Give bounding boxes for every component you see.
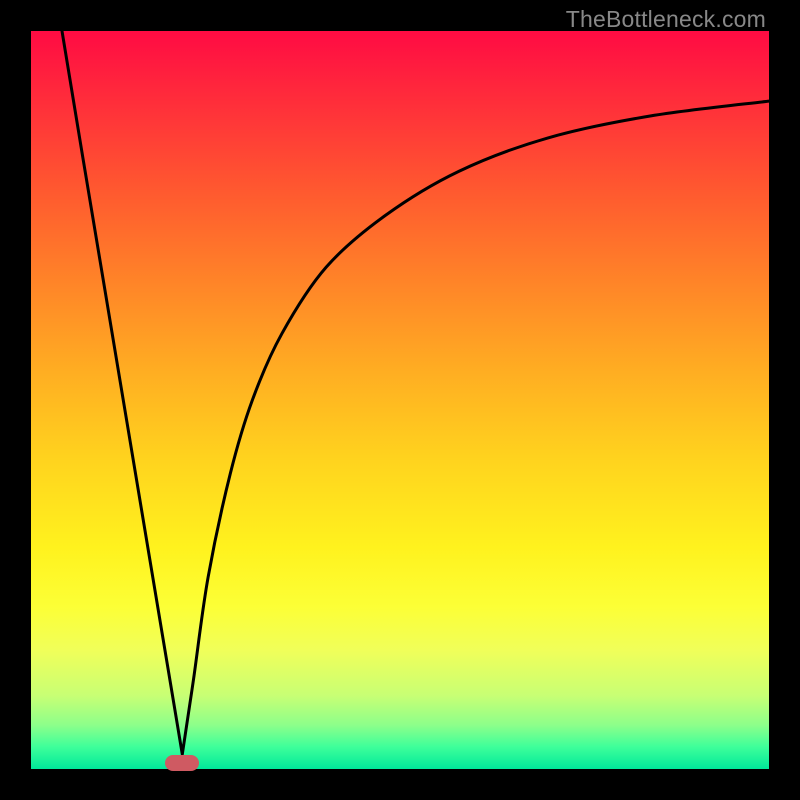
plot-area bbox=[31, 31, 769, 769]
watermark-text: TheBottleneck.com bbox=[566, 6, 766, 33]
chart-frame: TheBottleneck.com bbox=[0, 0, 800, 800]
minimum-marker bbox=[165, 755, 199, 771]
bottleneck-curve bbox=[31, 31, 769, 769]
